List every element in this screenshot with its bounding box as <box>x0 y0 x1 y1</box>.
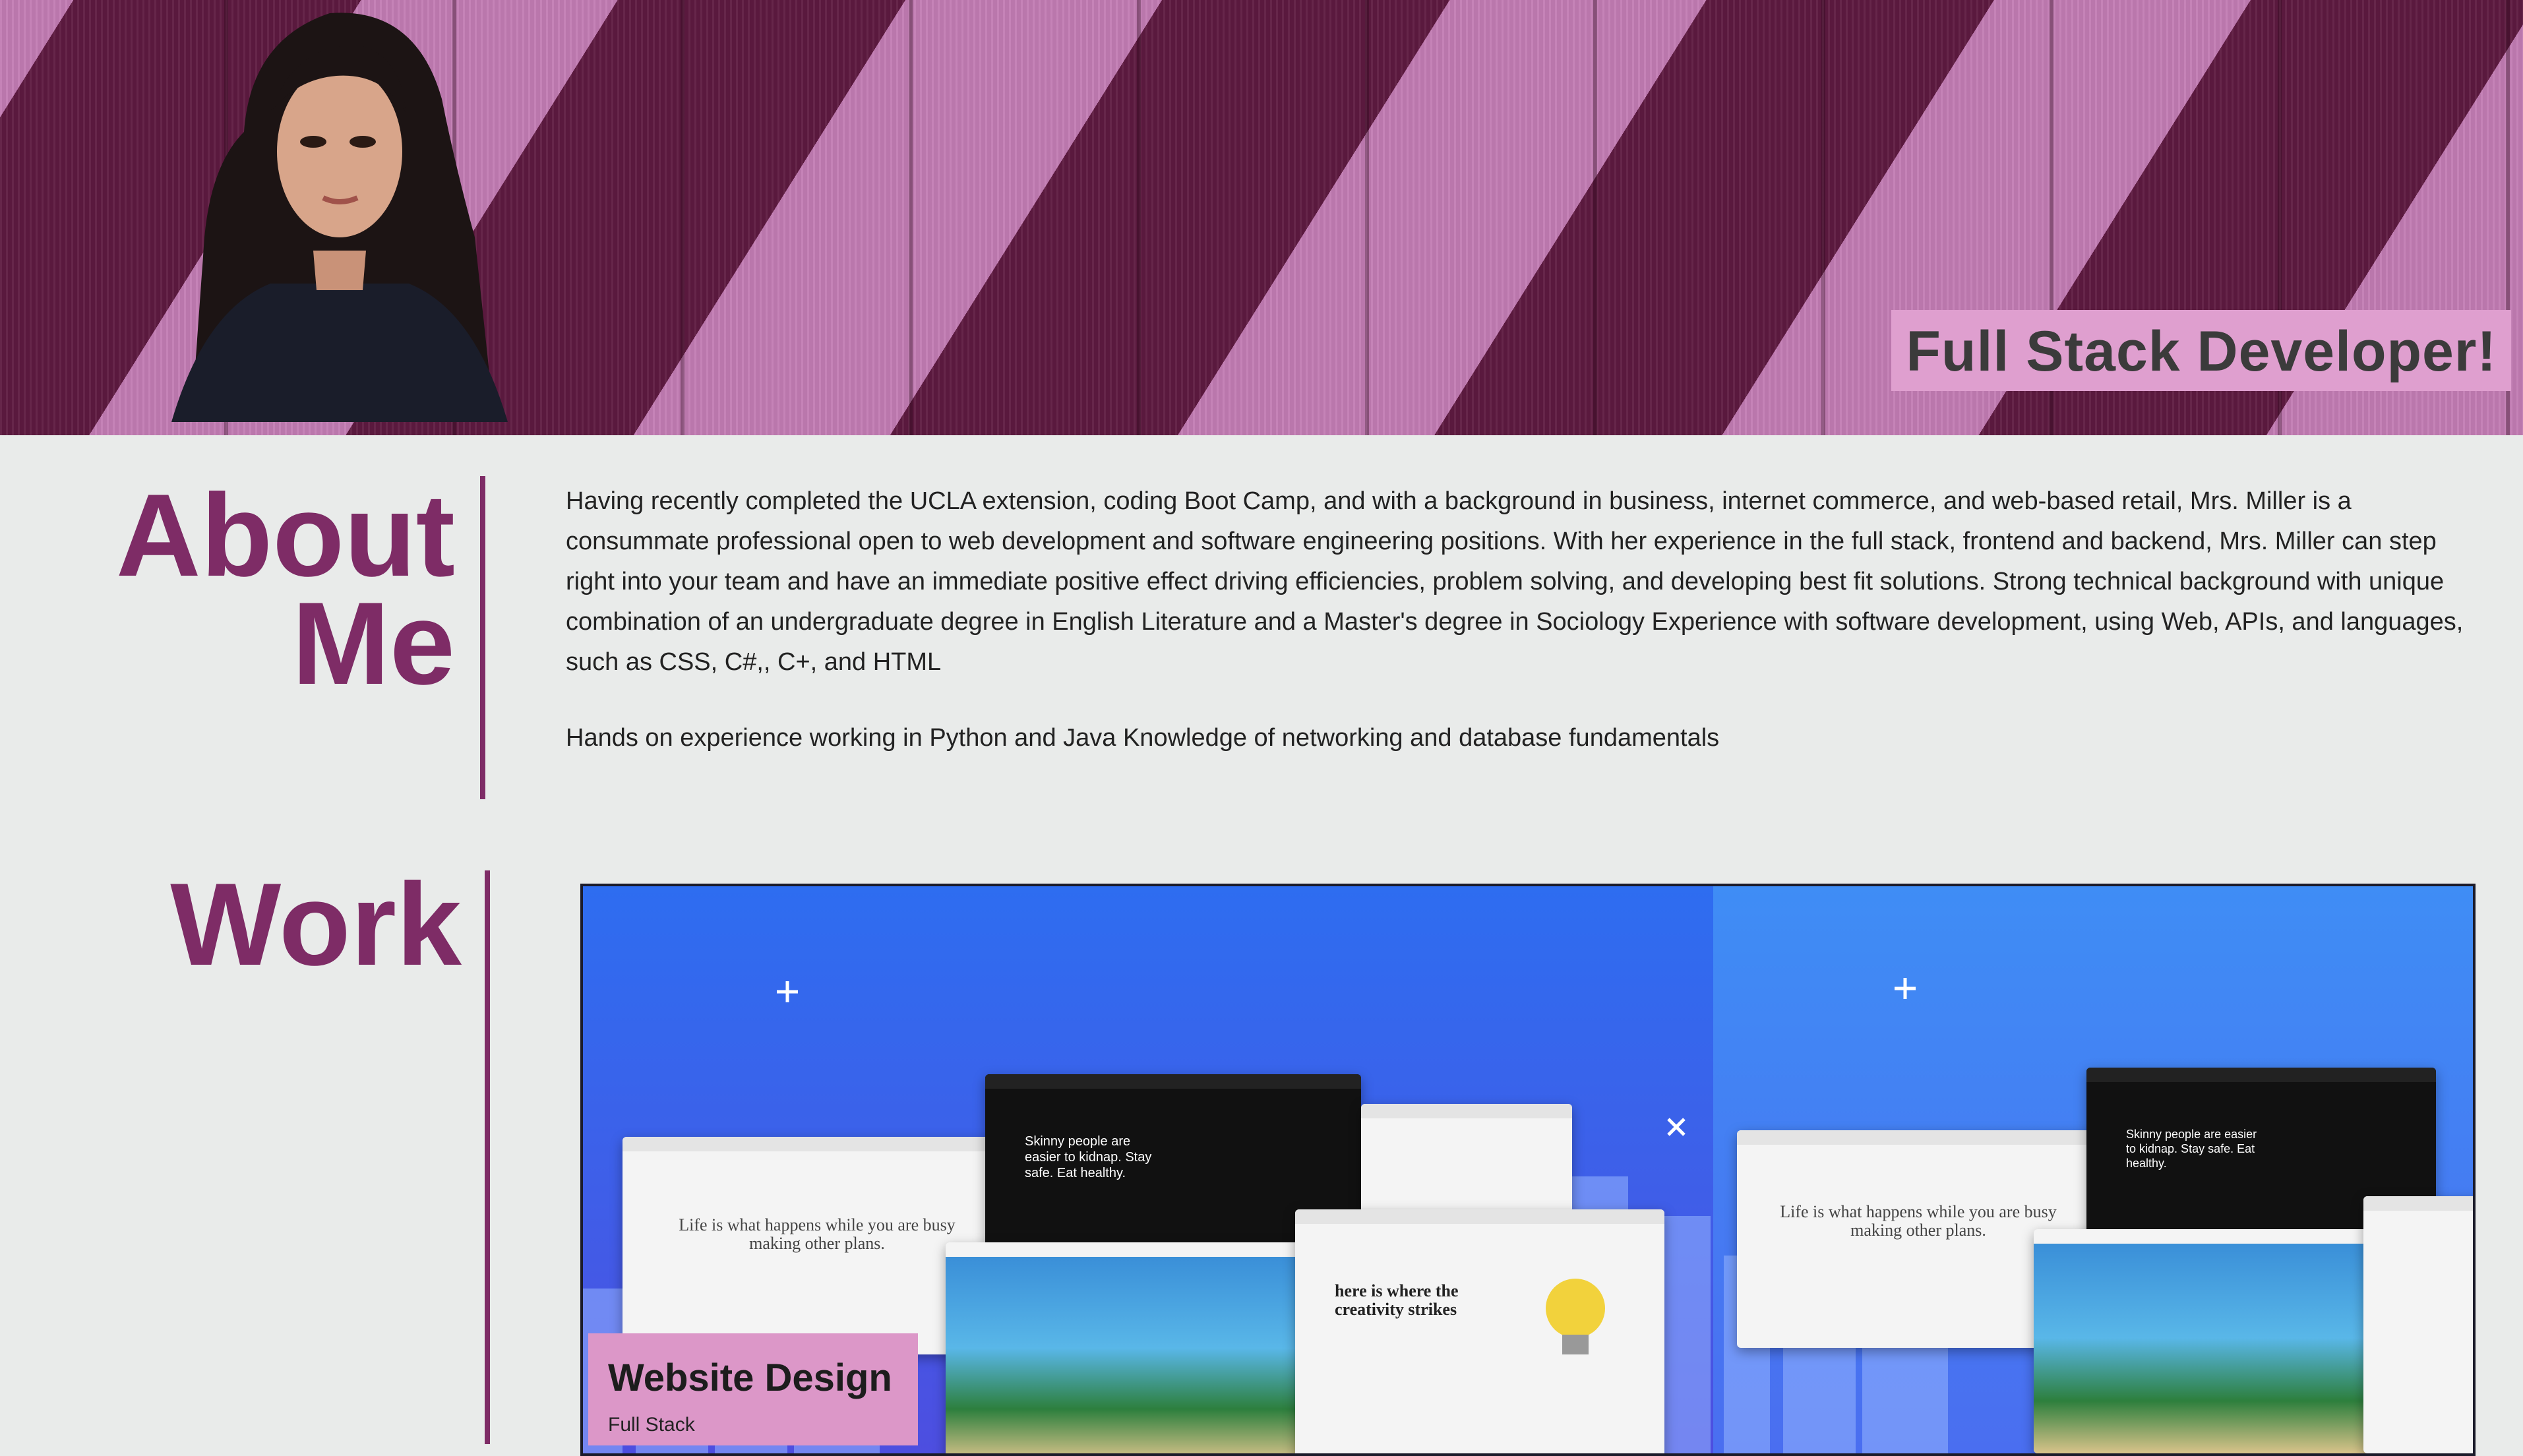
mockup-window-small <box>1361 1104 1572 1216</box>
about-text: Having recently completed the UCLA exten… <box>566 481 2491 794</box>
hero-banner: Full Stack Developer! <box>0 0 2523 435</box>
mockup-tagline-text: Life is what happens while you are busy … <box>679 1215 956 1253</box>
mockup-creativity-text: here is where the creativity strikes <box>1335 1281 1459 1319</box>
lightbulb-icon <box>1546 1279 1605 1354</box>
hero-title: Full Stack Developer! <box>1891 310 2511 391</box>
work-divider <box>485 870 490 1444</box>
mockup-window-beach-2 <box>2034 1229 2383 1453</box>
about-paragraph-2: Hands on experience working in Python an… <box>566 724 1720 752</box>
mockup-dark-text-2: Skinny people are easier to kidnap. Stay… <box>2126 1128 2257 1170</box>
profile-photo <box>171 13 508 422</box>
about-heading: About Me <box>79 477 455 702</box>
project-card-title: Website Design <box>608 1356 892 1399</box>
work-heading: Work <box>170 859 462 990</box>
mockup-tagline-text-2: Life is what happens while you are busy … <box>1780 1202 2057 1240</box>
sparkle-icon-2 <box>1895 978 1916 999</box>
project-card-subtitle: Full Stack <box>608 1414 695 1436</box>
about-paragraph-1: Having recently completed the UCLA exten… <box>566 487 2464 676</box>
mockup-window-creativity: here is where the creativity strikes <box>1295 1209 1664 1453</box>
sparkle-icon <box>777 981 798 1002</box>
mockup-dark-text: Skinny people are easier to kidnap. Stay… <box>1025 1134 1152 1180</box>
mockup-window-creativity-2 <box>2363 1196 2473 1453</box>
about-heading-line2: Me <box>291 577 455 709</box>
about-divider <box>480 476 485 799</box>
project-card-label[interactable]: Website Design Full Stack <box>588 1333 918 1445</box>
mockup-window-beach <box>946 1242 1322 1453</box>
close-sparkle-icon <box>1667 1118 1686 1136</box>
